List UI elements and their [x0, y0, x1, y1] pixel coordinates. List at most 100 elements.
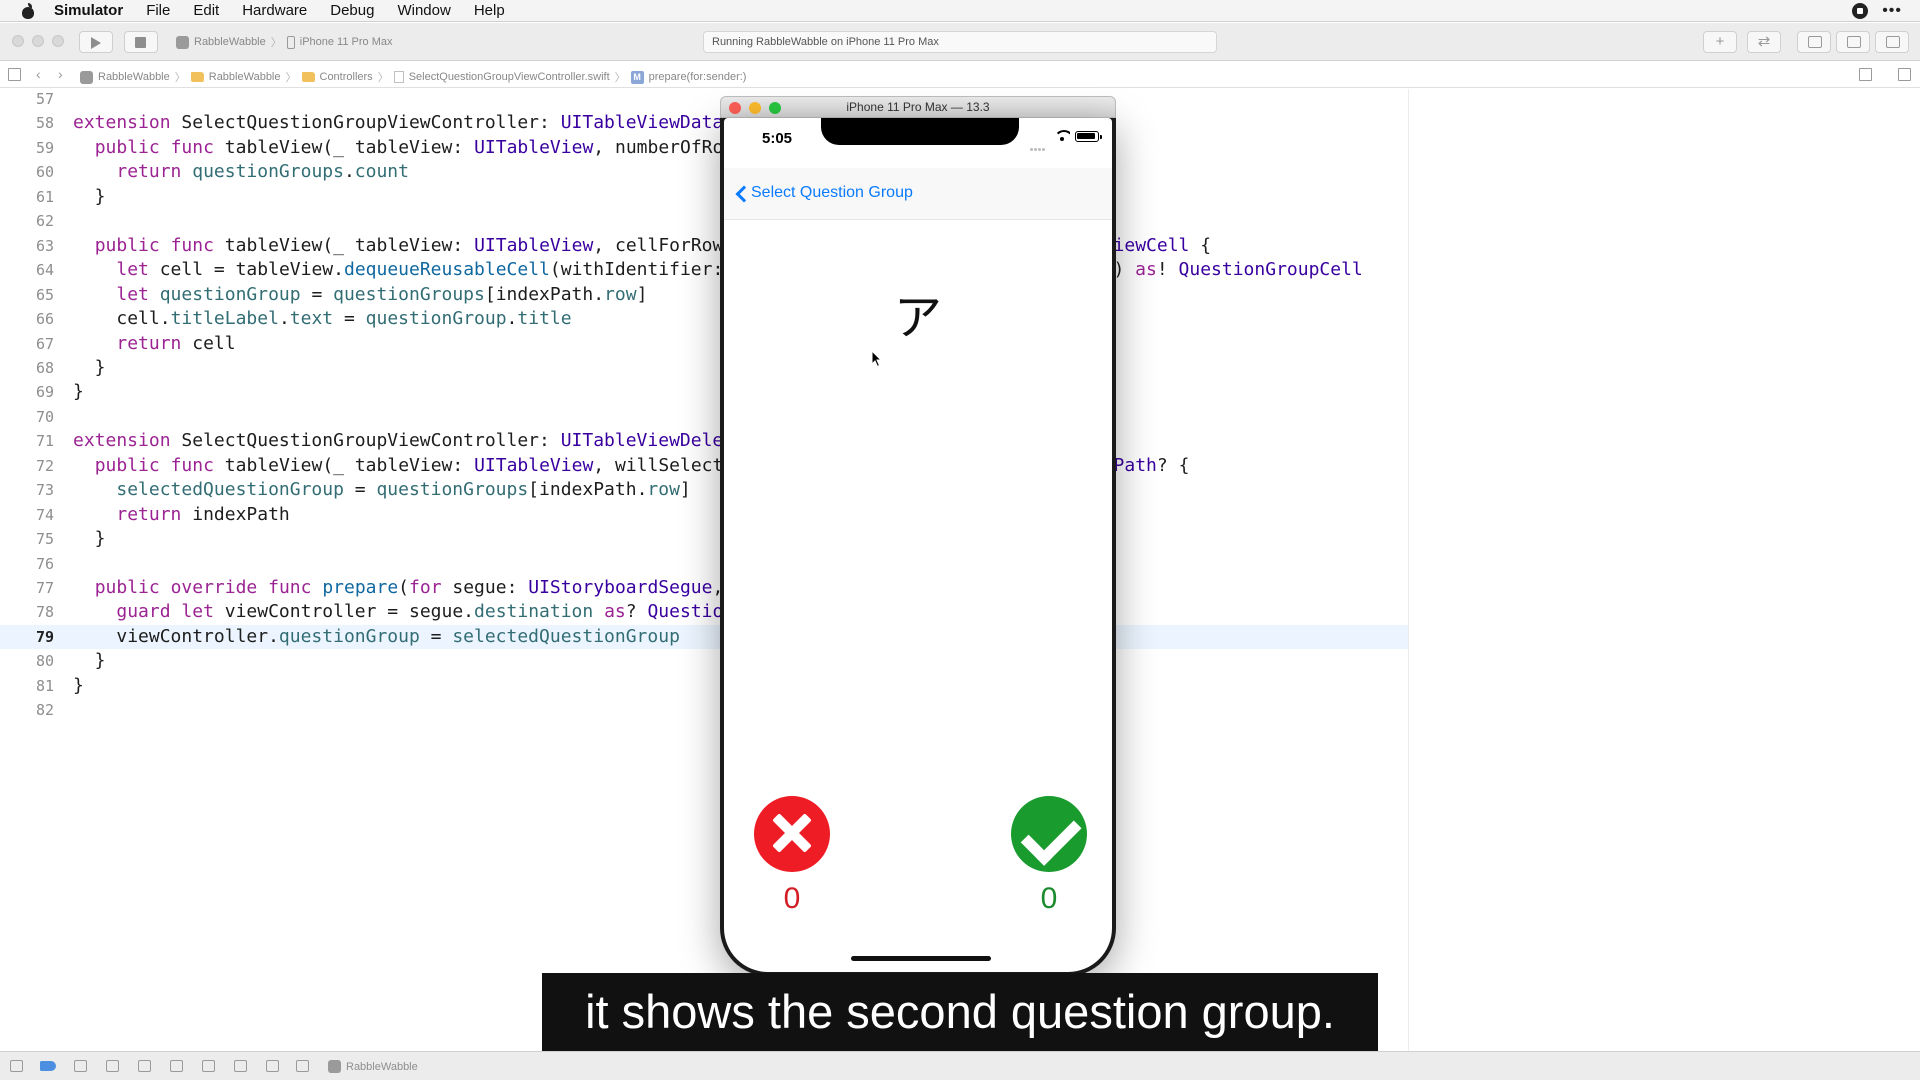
code-review-button[interactable]: ⇄ [1747, 31, 1781, 53]
code-line[interactable]: 60 return questionGroups.count [0, 160, 1408, 184]
code-line[interactable]: 71 extension SelectQuestionGroupViewContr… [0, 429, 1408, 453]
close-window-button[interactable] [12, 35, 24, 47]
step-over-icon[interactable] [106, 1060, 119, 1072]
line-number[interactable]: 58 [0, 111, 54, 135]
code-line[interactable]: 64 let cell = tableView.dequeueReusableC… [0, 258, 1408, 282]
back-button[interactable]: Select Question Group [751, 184, 913, 202]
code-line[interactable]: 57 [0, 87, 1408, 111]
more-icon[interactable]: ••• [1882, 2, 1902, 20]
code-line[interactable]: 73 selectedQuestionGroup = questionGroup… [0, 478, 1408, 502]
simulator-titlebar[interactable]: iPhone 11 Pro Max — 13.3 [720, 96, 1116, 118]
line-number[interactable]: 64 [0, 258, 54, 282]
code-line[interactable]: 79 viewController.questionGroup = select… [0, 624, 1408, 649]
back-arrow-icon[interactable]: ‹ [36, 66, 41, 82]
source-editor[interactable]: 57 58 extension SelectQuestionGroupViewCon… [0, 89, 1408, 1051]
code-line[interactable]: 76 [0, 552, 1408, 576]
line-number[interactable]: 71 [0, 429, 54, 453]
code-line[interactable]: 81} [0, 674, 1408, 698]
code-text[interactable]: return cell [73, 332, 235, 356]
code-line[interactable]: 70 [0, 405, 1408, 429]
line-number[interactable]: 57 [0, 87, 54, 111]
simulate-location-icon[interactable] [296, 1060, 309, 1072]
memory-graph-icon[interactable] [234, 1060, 247, 1072]
forward-arrow-icon[interactable]: › [58, 66, 63, 82]
menu-debug[interactable]: Debug [330, 2, 374, 19]
screen-record-icon[interactable] [1852, 3, 1869, 19]
menu-file[interactable]: File [146, 2, 170, 19]
menu-app-simulator[interactable]: Simulator [54, 2, 123, 19]
incorrect-button[interactable] [754, 796, 830, 872]
run-button[interactable] [79, 31, 113, 53]
line-number[interactable]: 59 [0, 136, 54, 160]
correct-button[interactable] [1011, 796, 1087, 872]
line-number[interactable]: 60 [0, 160, 54, 184]
related-items-icon[interactable] [8, 68, 21, 81]
line-number[interactable]: 65 [0, 283, 54, 307]
step-into-icon[interactable] [138, 1060, 151, 1072]
code-line[interactable]: 61 } [0, 185, 1408, 209]
line-number[interactable]: 68 [0, 356, 54, 380]
code-text[interactable]: } [73, 674, 84, 698]
sim-close-button[interactable] [729, 102, 741, 114]
code-text[interactable]: } [73, 649, 106, 673]
code-text[interactable]: viewController.questionGroup = selectedQ… [73, 625, 680, 649]
line-number[interactable]: 72 [0, 454, 54, 478]
code-line[interactable]: 58 extension SelectQuestionGroupViewContr… [0, 111, 1408, 135]
line-number[interactable]: 79 [0, 625, 54, 649]
toggle-debug-area-button[interactable] [1836, 31, 1870, 53]
code-line[interactable]: 66 cell.titleLabel.text = questionGroup.… [0, 307, 1408, 331]
code-line[interactable]: 82 [0, 698, 1408, 722]
view-hierarchy-icon[interactable] [202, 1060, 215, 1072]
sim-zoom-button[interactable] [769, 102, 781, 114]
code-text[interactable]: selectedQuestionGroup = questionGroups[i… [73, 478, 690, 502]
scheme-selector[interactable]: RabbleWabble 〉 iPhone 11 Pro Max [170, 31, 410, 53]
code-text[interactable]: } [73, 380, 84, 404]
apple-menu-icon[interactable] [20, 2, 36, 20]
code-text[interactable]: } [73, 527, 106, 551]
line-number[interactable]: 82 [0, 698, 54, 722]
code-line[interactable]: 80 } [0, 649, 1408, 673]
breadcrumb-folder[interactable]: Controllers [320, 71, 373, 83]
code-line[interactable]: 78 guard let viewController = segue.dest… [0, 600, 1408, 624]
line-number[interactable]: 67 [0, 332, 54, 356]
breakpoints-toggle-icon[interactable] [40, 1061, 56, 1071]
menu-hardware[interactable]: Hardware [242, 2, 307, 19]
code-line[interactable]: 74 return indexPath [0, 503, 1408, 527]
line-number[interactable]: 70 [0, 405, 54, 429]
breadcrumb-method[interactable]: prepare(for:sender:) [649, 71, 747, 83]
line-number[interactable]: 74 [0, 503, 54, 527]
hide-debug-area-icon[interactable] [10, 1060, 23, 1072]
breadcrumb-file[interactable]: SelectQuestionGroupViewController.swift [409, 71, 610, 83]
code-line[interactable]: 59 public func tableView(_ tableView: UI… [0, 136, 1408, 160]
line-number[interactable]: 75 [0, 527, 54, 551]
line-number[interactable]: 63 [0, 234, 54, 258]
code-line[interactable]: 62 [0, 209, 1408, 233]
line-number[interactable]: 76 [0, 552, 54, 576]
environment-overrides-icon[interactable] [266, 1060, 279, 1072]
code-text[interactable]: } [73, 185, 106, 209]
sim-minimize-button[interactable] [749, 102, 761, 114]
zoom-window-button[interactable] [52, 35, 64, 47]
stop-button[interactable] [124, 31, 158, 53]
home-indicator[interactable] [851, 956, 991, 961]
code-line[interactable]: 67 return cell [0, 332, 1408, 356]
back-chevron-icon[interactable] [735, 185, 753, 203]
line-number[interactable]: 69 [0, 380, 54, 404]
line-number[interactable]: 66 [0, 307, 54, 331]
line-number[interactable]: 77 [0, 576, 54, 600]
code-text[interactable]: return indexPath [73, 503, 289, 527]
add-editor-icon[interactable] [1898, 68, 1911, 81]
code-text[interactable]: let questionGroup = questionGroups[index… [73, 283, 647, 307]
breadcrumb-group[interactable]: RabbleWabble [209, 71, 281, 83]
line-number[interactable]: 81 [0, 674, 54, 698]
code-text[interactable]: } [73, 356, 106, 380]
code-line[interactable]: 65 let questionGroup = questionGroups[in… [0, 283, 1408, 307]
code-text[interactable]: extension SelectQuestionGroupViewControl… [73, 111, 810, 135]
pause-icon[interactable] [74, 1060, 87, 1072]
code-line[interactable]: 68 } [0, 356, 1408, 380]
line-number[interactable]: 61 [0, 185, 54, 209]
minimize-window-button[interactable] [32, 35, 44, 47]
menu-edit[interactable]: Edit [193, 2, 219, 19]
library-button[interactable]: + [1703, 31, 1737, 53]
menu-window[interactable]: Window [397, 2, 450, 19]
